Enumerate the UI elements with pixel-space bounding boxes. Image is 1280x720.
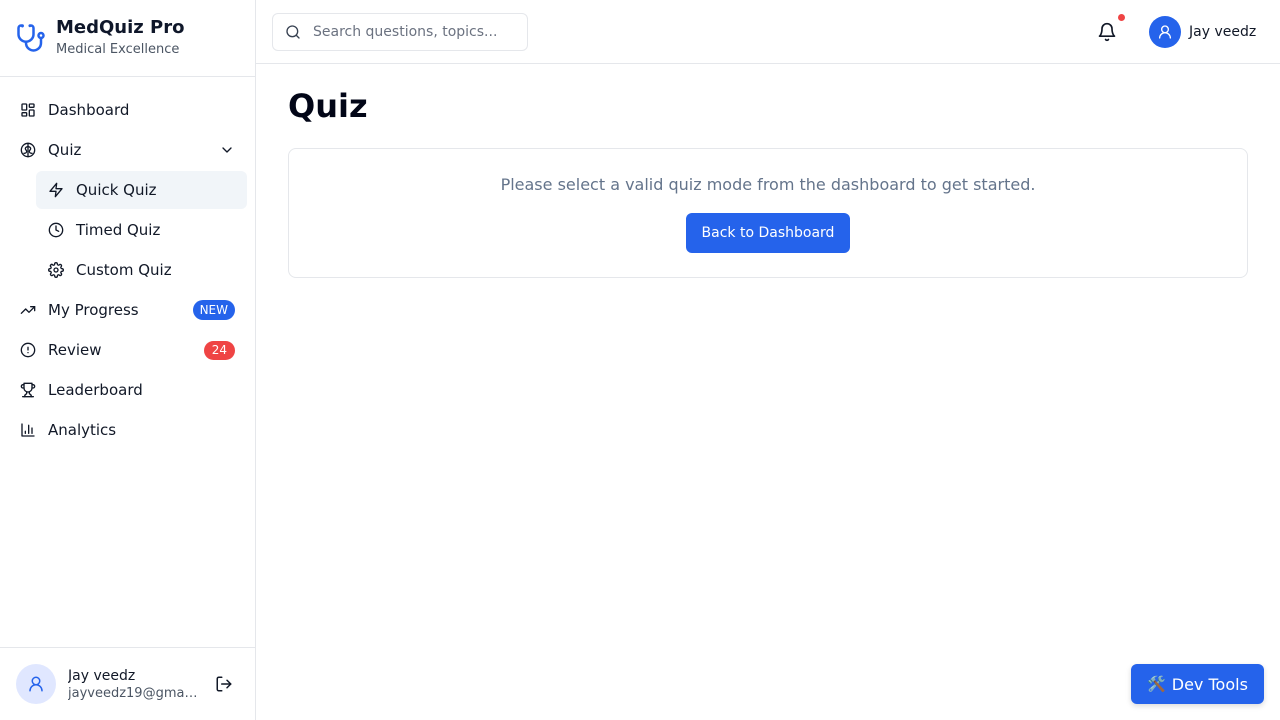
dev-tools-button[interactable]: 🛠️ Dev Tools (1131, 664, 1264, 704)
trending-up-icon (20, 302, 36, 318)
sidebar-item-review[interactable]: Review 24 (8, 331, 247, 369)
sidebar-item-timed-quiz[interactable]: Timed Quiz (36, 211, 247, 249)
dev-tools-label: Dev Tools (1171, 674, 1248, 694)
sidebar-item-label: Custom Quiz (76, 261, 172, 279)
sidebar-item-my-progress[interactable]: My Progress NEW (8, 291, 247, 329)
sidebar: MedQuiz Pro Medical Excellence Dashboard… (0, 0, 256, 720)
trophy-icon (20, 382, 36, 398)
back-to-dashboard-button[interactable]: Back to Dashboard (685, 213, 851, 253)
avatar[interactable] (16, 664, 56, 704)
sidebar-user-footer: Jay veedz jayveedz19@gmail... (0, 647, 256, 720)
brand-subtitle: Medical Excellence (56, 42, 180, 57)
chevron-down-icon[interactable] (219, 142, 235, 158)
sidebar-item-quiz[interactable]: Quiz (8, 131, 247, 169)
layout-grid-icon (20, 102, 36, 118)
sidebar-item-custom-quiz[interactable]: Custom Quiz (36, 251, 247, 289)
sidebar-item-label: Dashboard (48, 101, 130, 119)
sidebar-item-label: Analytics (48, 421, 117, 439)
footer-user-name: Jay veedz (68, 667, 136, 684)
sidebar-nav: Dashboard Quiz Quick Quiz Timed Quiz Cus… (8, 91, 247, 451)
sidebar-item-label: Timed Quiz (76, 221, 161, 239)
zap-icon (48, 182, 64, 198)
sidebar-item-label: Leaderboard (48, 381, 143, 399)
bell-icon[interactable] (1095, 20, 1119, 44)
user-icon (1159, 25, 1171, 39)
search-icon (285, 24, 301, 40)
stethoscope-icon (16, 23, 46, 53)
sidebar-item-quick-quiz[interactable]: Quick Quiz (36, 171, 247, 209)
bar-chart-icon (20, 422, 36, 438)
sidebar-item-label: Quiz (48, 141, 82, 159)
logout-icon[interactable] (212, 672, 236, 696)
header-user-name: Jay veedz (1189, 24, 1257, 40)
review-count-badge: 24 (203, 340, 235, 360)
user-menu[interactable]: Jay veedz (1149, 16, 1256, 48)
user-icon (29, 676, 43, 692)
sidebar-item-analytics[interactable]: Analytics (8, 411, 247, 449)
search-box[interactable] (272, 13, 528, 51)
notification-dot (1118, 14, 1125, 21)
search-input[interactable] (313, 24, 513, 40)
sidebar-item-leaderboard[interactable]: Leaderboard (8, 371, 247, 409)
quiz-empty-card: Please select a valid quiz mode from the… (288, 148, 1248, 278)
sidebar-item-dashboard[interactable]: Dashboard (8, 91, 247, 129)
brand[interactable]: MedQuiz Pro Medical Excellence (0, 0, 255, 77)
sidebar-item-label: My Progress (48, 301, 139, 319)
tools-icon: 🛠️ (1147, 675, 1166, 693)
brand-title: MedQuiz Pro (56, 17, 185, 38)
brain-icon (20, 142, 36, 158)
alert-circle-icon (20, 342, 36, 358)
top-header: Jay veedz (256, 0, 1280, 64)
sidebar-item-label: Review (48, 341, 102, 359)
settings-icon (48, 262, 64, 278)
avatar (1149, 16, 1181, 48)
clock-icon (48, 222, 64, 238)
empty-state-message: Please select a valid quiz mode from the… (500, 175, 1036, 194)
main-content: Quiz Please select a valid quiz mode fro… (256, 64, 1280, 720)
new-badge: NEW (192, 300, 235, 320)
page-title: Quiz (288, 87, 368, 125)
footer-user-email: jayveedz19@gmail... (68, 685, 198, 701)
sidebar-item-label: Quick Quiz (76, 181, 157, 199)
